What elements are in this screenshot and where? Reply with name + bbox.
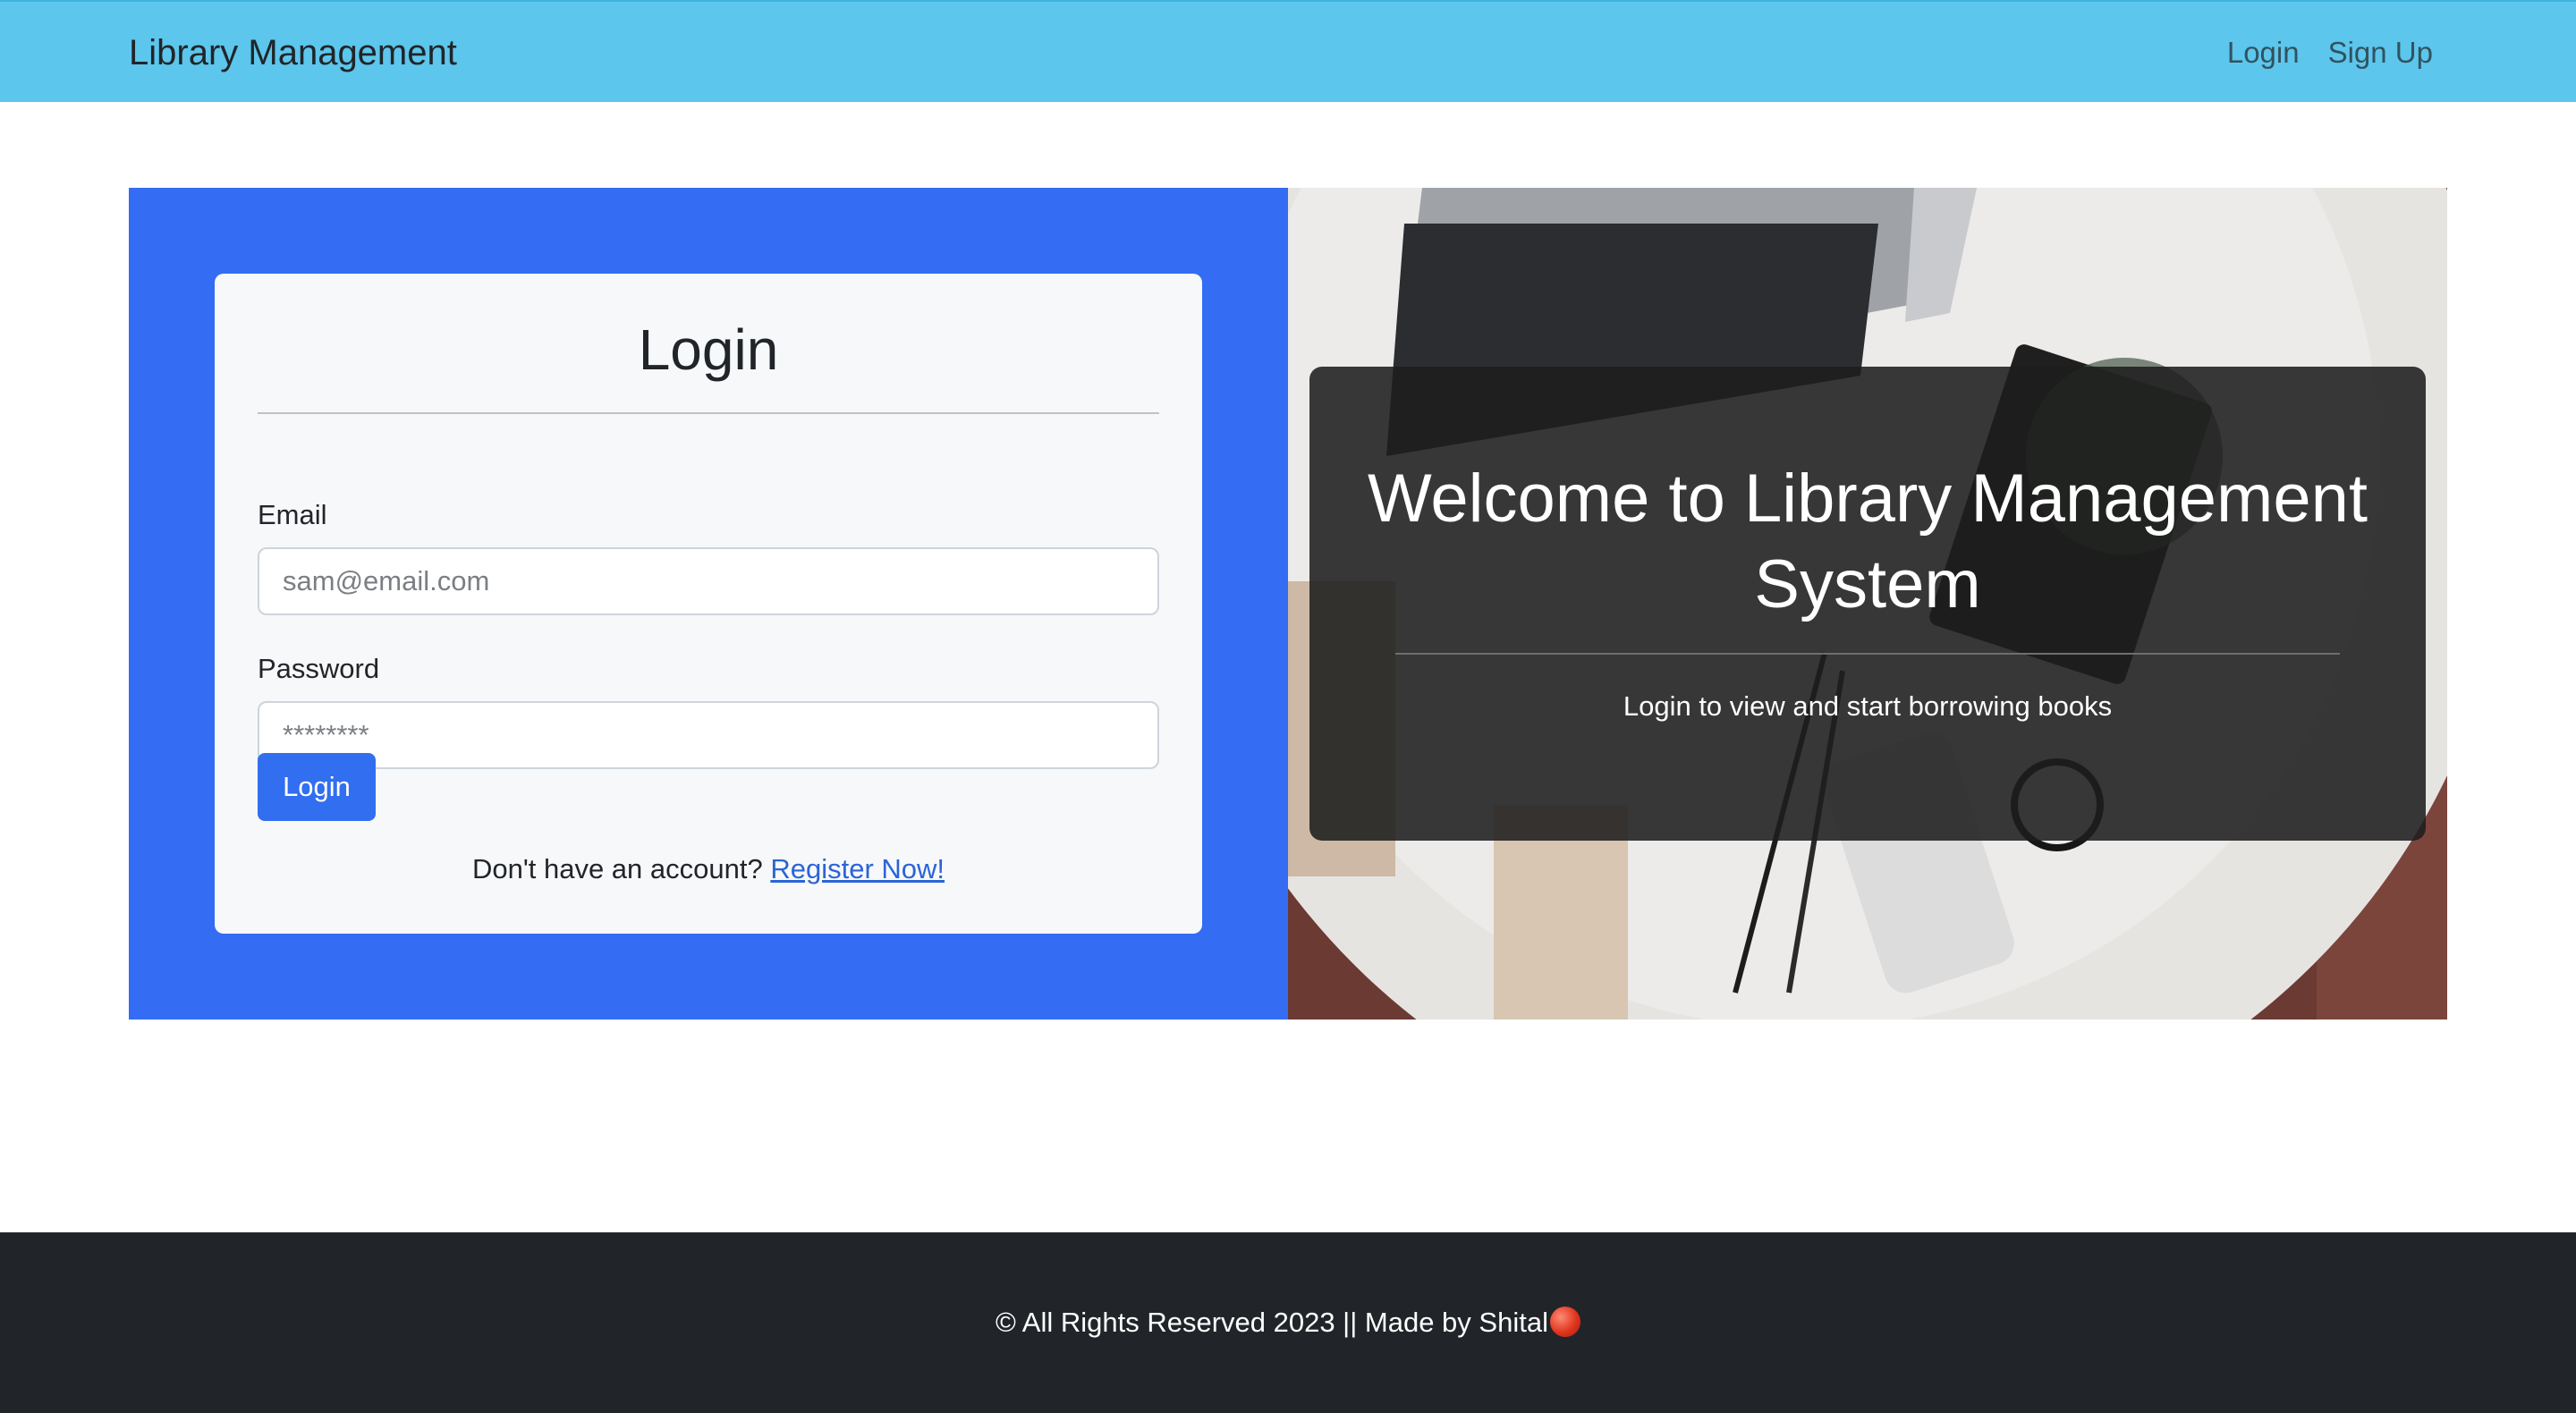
nav-links: Login Sign Up — [2227, 2, 2433, 104]
top-navbar: Library Management Login Sign Up — [0, 0, 2576, 102]
login-button[interactable]: Login — [258, 753, 376, 821]
password-field[interactable] — [258, 701, 1159, 769]
login-panel: Login Email Password Login Don't have an… — [129, 188, 1288, 1020]
nav-signup-link[interactable]: Sign Up — [2328, 36, 2433, 70]
email-field[interactable] — [258, 547, 1159, 615]
footer-text-line: © All Rights Reserved 2023 || Made by Sh… — [0, 1232, 2576, 1413]
register-link[interactable]: Register Now! — [770, 853, 945, 884]
register-prompt-line: Don't have an account? Register Now! — [215, 853, 1202, 885]
hero-image-panel: Welcome to Library Management System Log… — [1288, 188, 2447, 1020]
red-circle-icon — [1549, 1307, 1580, 1337]
title-divider — [258, 412, 1159, 414]
register-prompt-text: Don't have an account? — [471, 853, 763, 884]
login-card: Login Email Password Login Don't have an… — [215, 274, 1202, 934]
welcome-divider — [1395, 653, 2340, 655]
footer-copyright: © All Rights Reserved 2023 || Made by Sh… — [996, 1307, 1548, 1338]
hero-section: Login Email Password Login Don't have an… — [129, 188, 2447, 1020]
welcome-heading: Welcome to Library Management System — [1368, 461, 2368, 622]
footer: © All Rights Reserved 2023 || Made by Sh… — [0, 1232, 2576, 1413]
nav-login-link[interactable]: Login — [2227, 36, 2300, 70]
welcome-subtitle: Login to view and start borrowing books — [1623, 690, 2113, 722]
password-label: Password — [258, 653, 380, 684]
brand-link[interactable]: Library Management — [129, 2, 457, 104]
login-title: Login — [638, 317, 779, 382]
email-label: Email — [258, 499, 327, 530]
welcome-overlay: Welcome to Library Management System Log… — [1309, 367, 2426, 841]
